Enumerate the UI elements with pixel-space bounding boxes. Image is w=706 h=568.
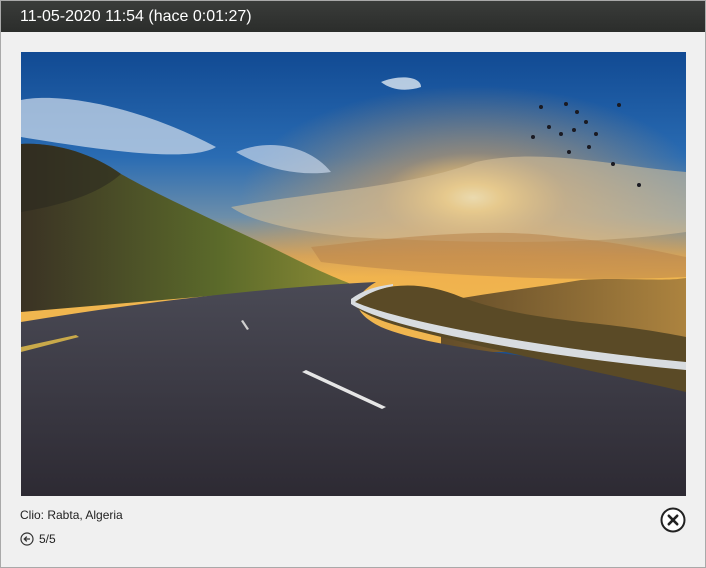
close-button[interactable]: [660, 507, 686, 533]
dialog-title: 11-05-2020 11:54 (hace 0:01:27): [1, 1, 705, 32]
photo: [21, 52, 686, 496]
photo-navigation: 5/5: [20, 531, 56, 547]
image-viewer-dialog: 11-05-2020 11:54 (hace 0:01:27) Clio: Ra…: [0, 0, 706, 568]
arrow-left-circle-icon[interactable]: [20, 532, 34, 546]
photo-caption: Clio: Rabta, Algeria: [20, 508, 123, 522]
close-circle-icon: [660, 507, 686, 533]
photo-counter: 5/5: [39, 532, 56, 546]
